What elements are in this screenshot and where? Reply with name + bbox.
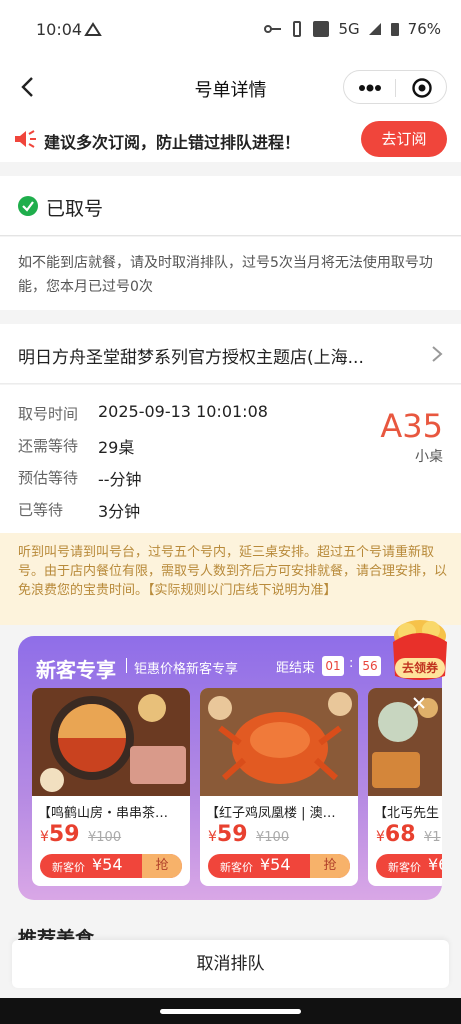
promo-product-price: ¥68	[376, 822, 416, 847]
subscribe-button[interactable]: 去订阅	[361, 121, 447, 157]
countdown-label: 距结束	[276, 661, 316, 676]
promo-product-deal-bar[interactable]: 新客价 ¥6	[376, 854, 442, 878]
countdown-minutes: 56	[359, 656, 381, 676]
promo-title: 新客专享	[36, 658, 116, 682]
cancel-warning-text: 如不能到店就餐，请及时取消排队，过号5次当月将无法使用取号功能，您本月已过号0次	[18, 255, 433, 295]
promo-product-original-price: ¥1	[424, 830, 441, 845]
capsule-divider	[395, 79, 396, 97]
ticket-value-estimate: --分钟	[98, 470, 142, 489]
chevron-right-icon	[432, 346, 443, 362]
promo-subtitle: 钜惠价格新客专享	[134, 662, 239, 677]
promo-product-original-price: ¥100	[88, 830, 122, 845]
coupon-label[interactable]: 去领券	[395, 658, 445, 678]
promo-product-deal-bar[interactable]: 新客价 ¥54 抢	[208, 854, 350, 878]
promo-divider	[126, 658, 127, 673]
close-icon[interactable]	[410, 694, 428, 712]
countdown-colon: :	[349, 656, 354, 671]
battery-icon	[390, 23, 399, 36]
new-customer-price: ¥54	[260, 855, 291, 874]
queue-number: A35	[380, 407, 443, 445]
status-time: 10:04	[36, 20, 83, 39]
speaker-icon	[15, 130, 36, 148]
countdown-hours: 01	[322, 656, 344, 676]
promo-product-name: 【红子鸡凤凰楼 | 澳…	[206, 806, 336, 821]
cancel-warning: 如不能到店就餐，请及时取消排队，过号5次当月将无法使用取号功能，您本月已过号0次	[0, 237, 461, 310]
queue-status: 已取号	[0, 176, 461, 236]
new-customer-price-label: 新客价	[220, 861, 253, 874]
promo-product-price: ¥59	[208, 822, 248, 847]
promo-product-2[interactable]: 【红子鸡凤凰楼 | 澳… ¥59 ¥100 新客价 ¥54 抢	[200, 688, 358, 886]
ticket-value-remaining: 29桌	[98, 438, 135, 457]
ticket-label-remaining: 还需等待	[18, 437, 79, 455]
promo-product-name: 【北丐先生	[374, 806, 440, 821]
more-icon[interactable]	[358, 84, 382, 92]
ticket-value-waited: 3分钟	[98, 502, 141, 521]
promo-product-original-price: ¥100	[256, 830, 290, 845]
promo-product-3[interactable]: 【北丐先生 ¥68 ¥1 新客价 ¥6	[368, 688, 442, 886]
queue-status-label: 已取号	[46, 198, 104, 220]
key-icon	[264, 25, 282, 33]
nav-bar: 号单详情	[0, 58, 461, 116]
subscribe-notice: 建议多次订阅，防止错过排队进程！ 去订阅	[0, 116, 461, 162]
subscribe-tip: 建议多次订阅，防止错过排队进程！	[44, 133, 301, 152]
ticket-label-waited: 已等待	[18, 501, 64, 519]
close-miniprogram-icon[interactable]	[411, 77, 433, 99]
hotpot-image	[32, 688, 190, 796]
signal-icon	[368, 23, 381, 35]
ticket-label-estimate: 预估等待	[18, 469, 79, 487]
home-indicator[interactable]	[160, 1009, 301, 1014]
table-size: 小桌	[415, 449, 443, 465]
success-check-icon	[18, 196, 38, 216]
cancel-queue-button[interactable]: 取消排队	[12, 940, 449, 988]
promo-product-price: ¥59	[40, 822, 80, 847]
new-customer-price-label: 新客价	[388, 861, 421, 874]
network-type: 5G	[338, 20, 360, 38]
new-customer-price: ¥54	[92, 855, 123, 874]
grab-button[interactable]: 抢	[310, 854, 350, 878]
promo-product-name: 【鸣鹤山房・串串茶…	[38, 806, 169, 821]
queue-rule-text: 听到叫号请到叫号台，过号五个号内，延三桌安排。超过五个号请重新取号。由于店内餐位…	[18, 545, 448, 598]
grab-button[interactable]: 抢	[142, 854, 182, 878]
status-bar: 10:04 5G 76%	[0, 0, 461, 58]
store-name: 明日方舟圣堂甜梦系列官方授权主题店(上海...	[18, 348, 364, 368]
system-nav-bar	[0, 998, 461, 1024]
status-right: 5G 76%	[264, 20, 441, 38]
app-notification-icon	[84, 22, 102, 36]
coupon-badge[interactable]: 去领券	[385, 612, 455, 686]
dishes-image	[368, 688, 442, 796]
new-customer-price-label: 新客价	[52, 861, 85, 874]
new-customer-price: ¥6	[428, 855, 442, 874]
vibrate-icon	[293, 21, 302, 37]
promo-product-1[interactable]: 【鸣鹤山房・串串茶… ¥59 ¥100 新客价 ¥54 抢	[32, 688, 190, 886]
ticket-label-time: 取号时间	[18, 405, 79, 423]
battery-level: 76%	[407, 20, 441, 38]
crab-image	[200, 688, 358, 796]
ticket-info: 取号时间 2025-09-13 10:01:08 还需等待 29桌 预估等待 -…	[0, 385, 461, 533]
mini-program-capsule	[343, 70, 447, 104]
ticket-value-time: 2025-09-13 10:01:08	[98, 402, 268, 421]
promo-product-deal-bar[interactable]: 新客价 ¥54 抢	[40, 854, 182, 878]
volte-icon	[313, 21, 330, 37]
new-customer-promo: 新客专享 钜惠价格新客专享 距结束 01 : 56 【鸣鹤山房・串串茶… ¥59…	[18, 636, 442, 900]
store-row[interactable]: 明日方舟圣堂甜梦系列官方授权主题店(上海...	[0, 324, 461, 384]
